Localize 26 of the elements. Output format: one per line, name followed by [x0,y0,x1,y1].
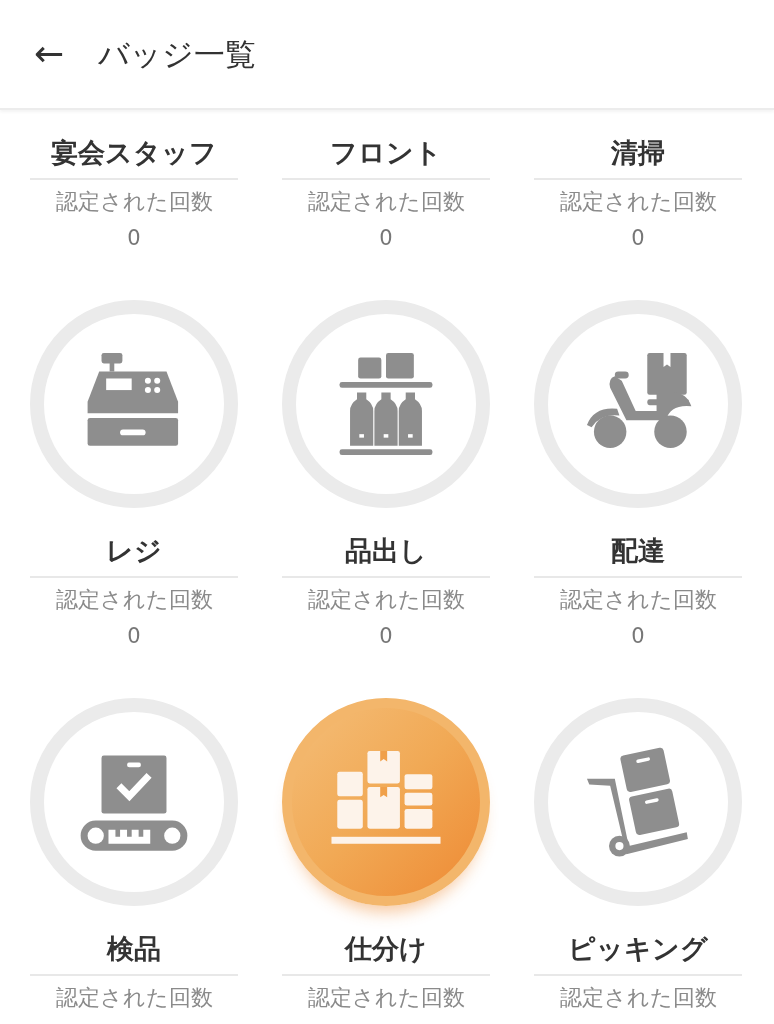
back-button[interactable]: ← [34,36,65,72]
badge-name: 宴会スタッフ [51,136,217,170]
badge-count: 0 [379,225,393,252]
badge-caption: 認定された回数 [307,188,465,216]
badge-count: 0 [127,225,141,252]
badge-caption: 認定された回数 [307,984,465,1012]
badge-caption: 認定された回数 [559,984,717,1012]
badge-name: 配達 [611,534,665,568]
badge-caption: 認定された回数 [559,188,717,216]
badge-count: 0 [631,225,645,252]
badge-name: フロント [330,136,442,170]
badge-name: ピッキング [568,932,708,966]
badge-caption: 認定された回数 [55,188,213,216]
badge-count: 0 [379,623,393,650]
badge-name: 仕分け [345,932,427,966]
badge-caption: 認定された回数 [55,586,213,614]
badge-caption: 認定された回数 [559,586,717,614]
badge-caption: 認定された回数 [307,586,465,614]
badge-count: 0 [127,623,141,650]
badge-name: 清掃 [611,136,665,170]
badge-name: 品出し [345,534,427,568]
badge-caption: 認定された回数 [55,984,213,1012]
badge-name: レジ [106,534,162,568]
page-title: バッジ一覧 [98,34,257,74]
badge-name: 検品 [107,932,161,966]
badge-count: 0 [631,623,645,650]
